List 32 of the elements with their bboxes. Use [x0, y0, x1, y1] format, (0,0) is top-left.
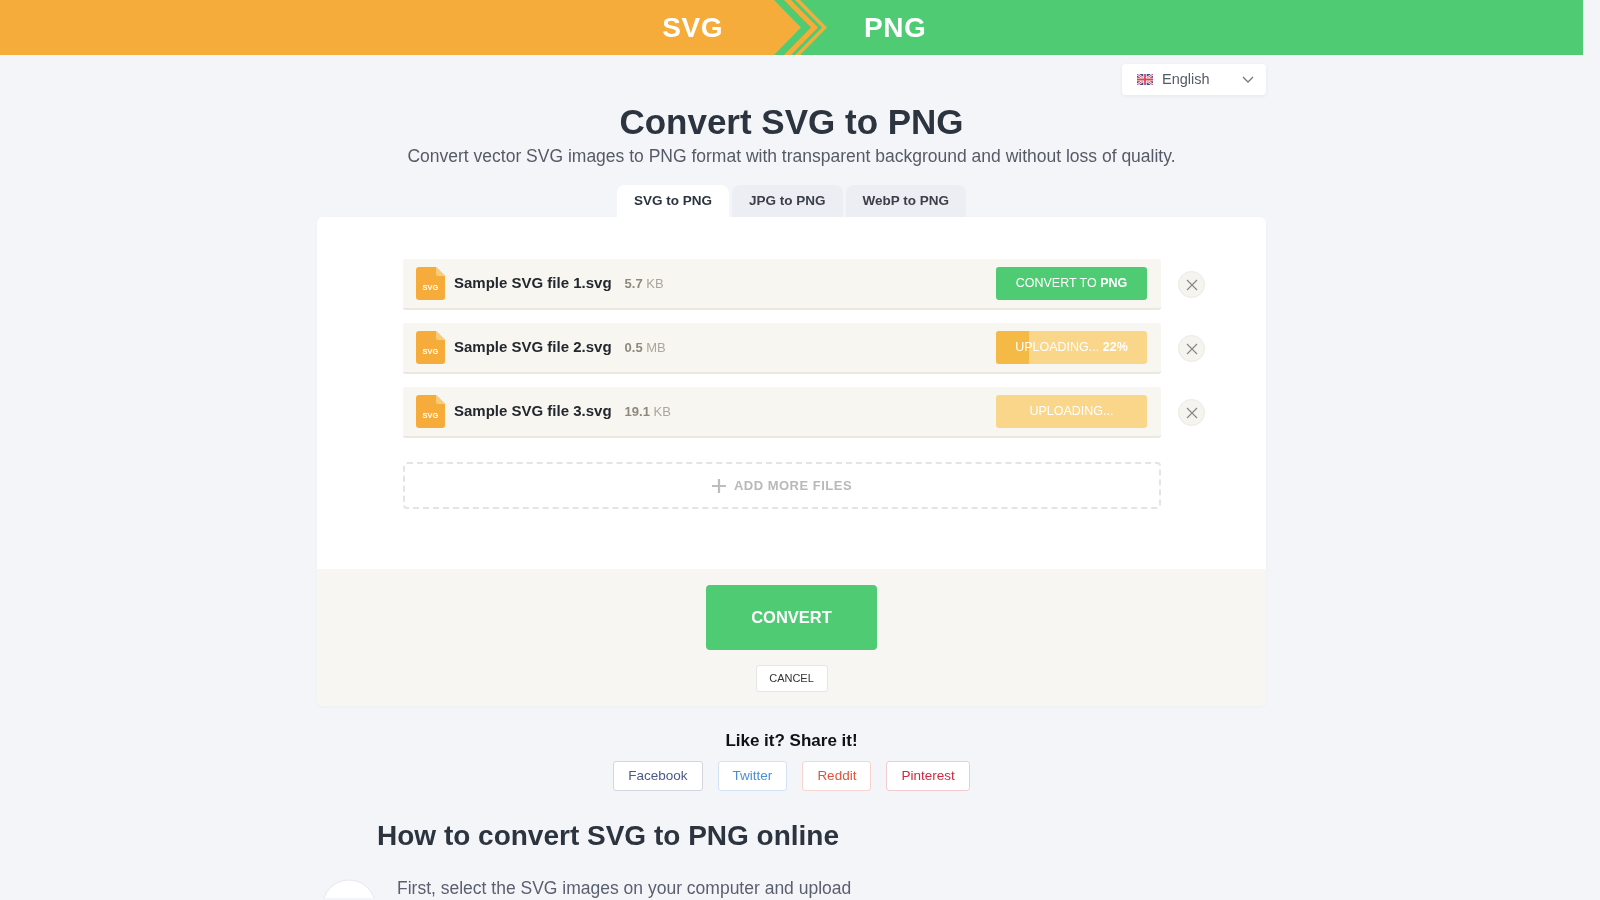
- step-text: First, select the SVG images on your computer and upload: [397, 879, 852, 898]
- remove-file-button[interactable]: [1178, 271, 1205, 298]
- flag-icon: [1137, 74, 1153, 85]
- file-name: Sample SVG file 2.svg: [454, 337, 612, 358]
- uploading-status: UPLOADING...: [996, 395, 1147, 428]
- close-icon: [1185, 406, 1198, 419]
- page-title: Convert SVG to PNG: [618, 102, 965, 142]
- file-name: Sample SVG file 3.svg: [454, 401, 612, 422]
- share-button[interactable]: Facebook: [613, 761, 703, 791]
- file-size: 19.1 KB: [624, 402, 671, 421]
- remove-file-button[interactable]: [1178, 335, 1205, 362]
- cancel-button[interactable]: CANCEL: [755, 665, 828, 692]
- target-format-label: PNG: [864, 11, 927, 44]
- close-icon: [1185, 342, 1198, 355]
- share-button[interactable]: Pinterest: [886, 761, 970, 791]
- source-format-label: SVG: [662, 11, 723, 44]
- file-name: Sample SVG file 1.svg: [454, 273, 612, 294]
- remove-file-button[interactable]: [1178, 399, 1205, 426]
- converter-tab[interactable]: JPG to PNG: [732, 185, 843, 217]
- converter-tab[interactable]: SVG to PNG: [616, 185, 729, 217]
- close-icon: [1185, 278, 1198, 291]
- section-heading: How to convert SVG to PNG online: [377, 819, 841, 853]
- converter-tab[interactable]: WebP to PNG: [845, 185, 966, 217]
- plus-icon: [711, 478, 726, 493]
- share-heading: Like it? Share it!: [724, 731, 859, 751]
- share-button[interactable]: Reddit: [802, 761, 872, 791]
- file-size: 5.7 KB: [624, 274, 664, 293]
- page-subtitle: Convert vector SVG images to PNG format with transparent background and without loss of quality.: [406, 145, 1177, 167]
- share-button[interactable]: Twitter: [717, 761, 788, 791]
- file-size: 0.5 MB: [624, 338, 666, 357]
- language-dropdown[interactable]: English: [1122, 64, 1266, 95]
- chevron-down-icon: [1242, 76, 1254, 83]
